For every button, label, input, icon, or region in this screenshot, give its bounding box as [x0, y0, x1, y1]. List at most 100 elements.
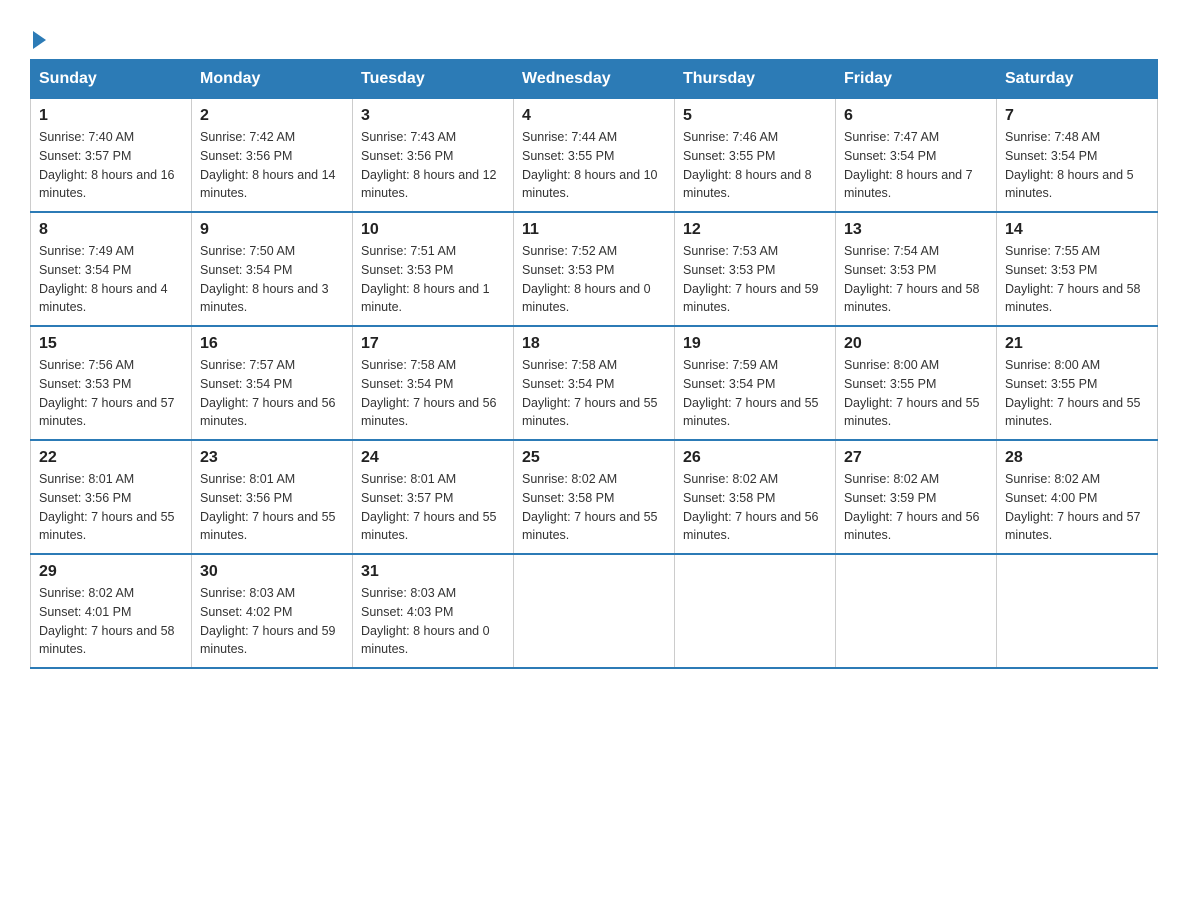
day-info: Sunrise: 8:02 AMSunset: 4:01 PMDaylight:… [39, 586, 175, 656]
page-header [30, 20, 1158, 49]
day-number: 1 [39, 107, 183, 125]
col-header-thursday: Thursday [675, 60, 836, 99]
calendar-cell: 2 Sunrise: 7:42 AMSunset: 3:56 PMDayligh… [192, 99, 353, 213]
col-header-friday: Friday [836, 60, 997, 99]
day-info: Sunrise: 8:00 AMSunset: 3:55 PMDaylight:… [1005, 358, 1141, 428]
calendar-cell: 18 Sunrise: 7:58 AMSunset: 3:54 PMDaylig… [514, 326, 675, 440]
calendar-cell [836, 554, 997, 668]
calendar-cell: 28 Sunrise: 8:02 AMSunset: 4:00 PMDaylig… [997, 440, 1158, 554]
day-info: Sunrise: 8:02 AMSunset: 3:58 PMDaylight:… [683, 472, 819, 542]
day-info: Sunrise: 8:02 AMSunset: 3:58 PMDaylight:… [522, 472, 658, 542]
day-info: Sunrise: 7:55 AMSunset: 3:53 PMDaylight:… [1005, 244, 1141, 314]
calendar-cell: 13 Sunrise: 7:54 AMSunset: 3:53 PMDaylig… [836, 212, 997, 326]
day-number: 17 [361, 335, 505, 353]
day-info: Sunrise: 7:52 AMSunset: 3:53 PMDaylight:… [522, 244, 651, 314]
day-number: 30 [200, 563, 344, 581]
day-number: 22 [39, 449, 183, 467]
day-info: Sunrise: 7:53 AMSunset: 3:53 PMDaylight:… [683, 244, 819, 314]
day-number: 18 [522, 335, 666, 353]
day-info: Sunrise: 8:01 AMSunset: 3:57 PMDaylight:… [361, 472, 497, 542]
day-info: Sunrise: 7:44 AMSunset: 3:55 PMDaylight:… [522, 130, 658, 200]
calendar-cell: 29 Sunrise: 8:02 AMSunset: 4:01 PMDaylig… [31, 554, 192, 668]
calendar-cell: 30 Sunrise: 8:03 AMSunset: 4:02 PMDaylig… [192, 554, 353, 668]
day-number: 16 [200, 335, 344, 353]
day-number: 10 [361, 221, 505, 239]
day-info: Sunrise: 7:42 AMSunset: 3:56 PMDaylight:… [200, 130, 336, 200]
calendar-week-row: 15 Sunrise: 7:56 AMSunset: 3:53 PMDaylig… [31, 326, 1158, 440]
calendar-cell: 6 Sunrise: 7:47 AMSunset: 3:54 PMDayligh… [836, 99, 997, 213]
day-info: Sunrise: 7:49 AMSunset: 3:54 PMDaylight:… [39, 244, 168, 314]
day-number: 27 [844, 449, 988, 467]
calendar-cell [675, 554, 836, 668]
calendar-week-row: 22 Sunrise: 8:01 AMSunset: 3:56 PMDaylig… [31, 440, 1158, 554]
calendar-cell: 11 Sunrise: 7:52 AMSunset: 3:53 PMDaylig… [514, 212, 675, 326]
day-info: Sunrise: 8:01 AMSunset: 3:56 PMDaylight:… [200, 472, 336, 542]
calendar-week-row: 1 Sunrise: 7:40 AMSunset: 3:57 PMDayligh… [31, 99, 1158, 213]
day-info: Sunrise: 7:50 AMSunset: 3:54 PMDaylight:… [200, 244, 329, 314]
col-header-sunday: Sunday [31, 60, 192, 99]
calendar-cell: 24 Sunrise: 8:01 AMSunset: 3:57 PMDaylig… [353, 440, 514, 554]
calendar-cell: 4 Sunrise: 7:44 AMSunset: 3:55 PMDayligh… [514, 99, 675, 213]
day-number: 23 [200, 449, 344, 467]
calendar-week-row: 8 Sunrise: 7:49 AMSunset: 3:54 PMDayligh… [31, 212, 1158, 326]
day-number: 26 [683, 449, 827, 467]
day-number: 15 [39, 335, 183, 353]
day-info: Sunrise: 7:40 AMSunset: 3:57 PMDaylight:… [39, 130, 175, 200]
day-info: Sunrise: 7:56 AMSunset: 3:53 PMDaylight:… [39, 358, 175, 428]
day-info: Sunrise: 7:58 AMSunset: 3:54 PMDaylight:… [361, 358, 497, 428]
day-number: 5 [683, 107, 827, 125]
col-header-monday: Monday [192, 60, 353, 99]
calendar-cell: 5 Sunrise: 7:46 AMSunset: 3:55 PMDayligh… [675, 99, 836, 213]
day-info: Sunrise: 8:03 AMSunset: 4:02 PMDaylight:… [200, 586, 336, 656]
day-info: Sunrise: 8:01 AMSunset: 3:56 PMDaylight:… [39, 472, 175, 542]
logo-arrow-icon [33, 31, 46, 49]
day-number: 2 [200, 107, 344, 125]
day-info: Sunrise: 8:03 AMSunset: 4:03 PMDaylight:… [361, 586, 490, 656]
day-info: Sunrise: 7:58 AMSunset: 3:54 PMDaylight:… [522, 358, 658, 428]
calendar-cell: 22 Sunrise: 8:01 AMSunset: 3:56 PMDaylig… [31, 440, 192, 554]
day-number: 12 [683, 221, 827, 239]
calendar-week-row: 29 Sunrise: 8:02 AMSunset: 4:01 PMDaylig… [31, 554, 1158, 668]
day-info: Sunrise: 7:46 AMSunset: 3:55 PMDaylight:… [683, 130, 812, 200]
day-number: 9 [200, 221, 344, 239]
col-header-tuesday: Tuesday [353, 60, 514, 99]
day-number: 3 [361, 107, 505, 125]
calendar-cell: 15 Sunrise: 7:56 AMSunset: 3:53 PMDaylig… [31, 326, 192, 440]
calendar-cell: 16 Sunrise: 7:57 AMSunset: 3:54 PMDaylig… [192, 326, 353, 440]
calendar-cell: 8 Sunrise: 7:49 AMSunset: 3:54 PMDayligh… [31, 212, 192, 326]
day-info: Sunrise: 8:00 AMSunset: 3:55 PMDaylight:… [844, 358, 980, 428]
calendar-cell: 3 Sunrise: 7:43 AMSunset: 3:56 PMDayligh… [353, 99, 514, 213]
calendar-cell [997, 554, 1158, 668]
calendar-cell: 20 Sunrise: 8:00 AMSunset: 3:55 PMDaylig… [836, 326, 997, 440]
calendar-cell: 9 Sunrise: 7:50 AMSunset: 3:54 PMDayligh… [192, 212, 353, 326]
day-number: 8 [39, 221, 183, 239]
calendar-cell: 1 Sunrise: 7:40 AMSunset: 3:57 PMDayligh… [31, 99, 192, 213]
day-info: Sunrise: 7:54 AMSunset: 3:53 PMDaylight:… [844, 244, 980, 314]
day-number: 25 [522, 449, 666, 467]
day-number: 7 [1005, 107, 1149, 125]
col-header-wednesday: Wednesday [514, 60, 675, 99]
day-number: 31 [361, 563, 505, 581]
day-number: 13 [844, 221, 988, 239]
day-info: Sunrise: 7:48 AMSunset: 3:54 PMDaylight:… [1005, 130, 1134, 200]
calendar-cell: 17 Sunrise: 7:58 AMSunset: 3:54 PMDaylig… [353, 326, 514, 440]
calendar-cell: 31 Sunrise: 8:03 AMSunset: 4:03 PMDaylig… [353, 554, 514, 668]
day-info: Sunrise: 8:02 AMSunset: 4:00 PMDaylight:… [1005, 472, 1141, 542]
calendar-cell: 25 Sunrise: 8:02 AMSunset: 3:58 PMDaylig… [514, 440, 675, 554]
calendar-header-row: SundayMondayTuesdayWednesdayThursdayFrid… [31, 60, 1158, 99]
calendar-cell: 7 Sunrise: 7:48 AMSunset: 3:54 PMDayligh… [997, 99, 1158, 213]
calendar-cell: 27 Sunrise: 8:02 AMSunset: 3:59 PMDaylig… [836, 440, 997, 554]
col-header-saturday: Saturday [997, 60, 1158, 99]
calendar-cell: 19 Sunrise: 7:59 AMSunset: 3:54 PMDaylig… [675, 326, 836, 440]
calendar-cell [514, 554, 675, 668]
calendar-cell: 10 Sunrise: 7:51 AMSunset: 3:53 PMDaylig… [353, 212, 514, 326]
day-info: Sunrise: 7:51 AMSunset: 3:53 PMDaylight:… [361, 244, 490, 314]
calendar-cell: 12 Sunrise: 7:53 AMSunset: 3:53 PMDaylig… [675, 212, 836, 326]
day-number: 4 [522, 107, 666, 125]
calendar-table: SundayMondayTuesdayWednesdayThursdayFrid… [30, 59, 1158, 669]
calendar-cell: 14 Sunrise: 7:55 AMSunset: 3:53 PMDaylig… [997, 212, 1158, 326]
day-info: Sunrise: 7:47 AMSunset: 3:54 PMDaylight:… [844, 130, 973, 200]
day-info: Sunrise: 7:43 AMSunset: 3:56 PMDaylight:… [361, 130, 497, 200]
day-number: 28 [1005, 449, 1149, 467]
day-info: Sunrise: 7:59 AMSunset: 3:54 PMDaylight:… [683, 358, 819, 428]
